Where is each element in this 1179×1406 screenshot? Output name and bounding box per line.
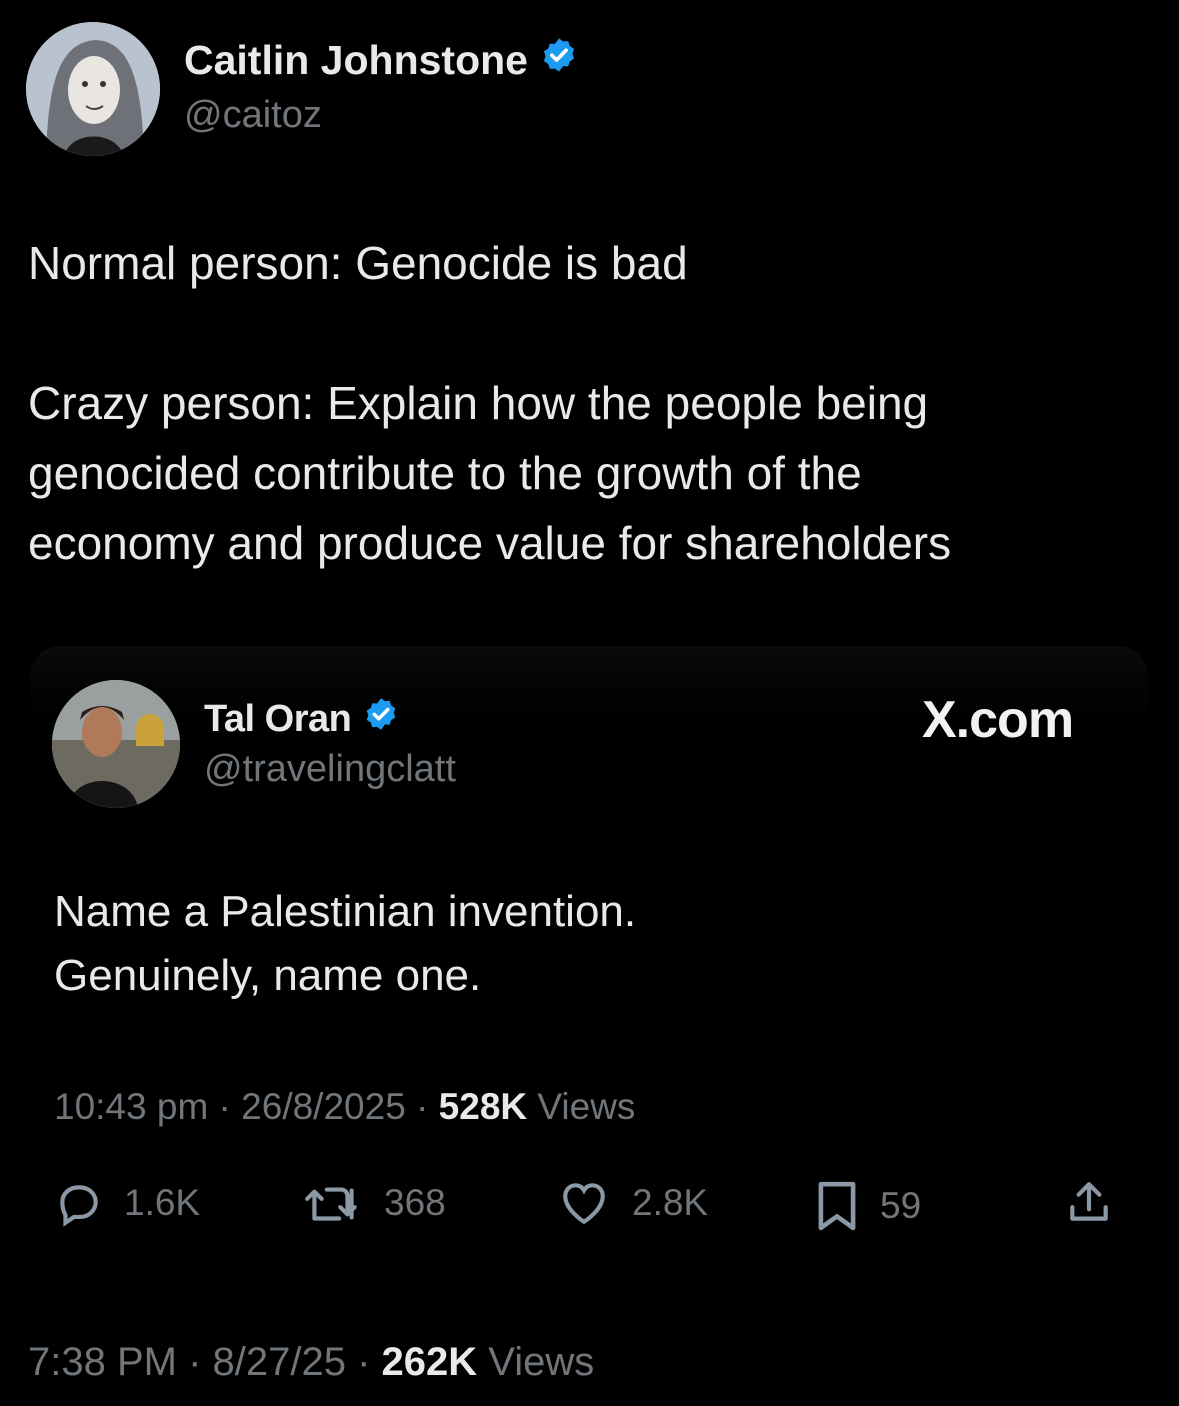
quoted-tweet-views-label: Views <box>537 1086 636 1127</box>
tweet-date[interactable]: 8/27/25 <box>213 1340 346 1384</box>
author-name[interactable]: Caitlin Johnstone <box>184 36 578 84</box>
author-name-text: Caitlin Johnstone <box>184 36 528 83</box>
quoted-tweet-time[interactable]: 10:43 pm <box>54 1086 208 1127</box>
quoted-author-name-text: Tal Oran <box>204 697 352 740</box>
retweet-button[interactable]: 368 <box>302 1178 446 1228</box>
share-icon <box>1064 1178 1114 1228</box>
tweet-views-label: Views <box>488 1340 595 1384</box>
tweet-meta: 7:38 PM · 8/27/25 · 262K Views <box>28 1340 595 1384</box>
quoted-tweet-text-line: Name a Palestinian invention. <box>54 887 637 936</box>
tweet-text-line: Normal person: Genocide is bad <box>28 237 688 289</box>
verified-badge-icon <box>540 36 578 84</box>
quoted-author-handle[interactable]: @travelingclatt <box>204 748 456 791</box>
reply-icon <box>54 1178 104 1228</box>
author-avatar[interactable] <box>26 22 160 156</box>
tweet-views-count: 262K <box>381 1340 478 1384</box>
bookmark-icon <box>814 1178 860 1234</box>
tweet-text-line: economy and produce value for shareholde… <box>28 517 952 569</box>
source-label: X.com <box>922 691 1074 749</box>
reply-button[interactable]: 1.6K <box>54 1178 200 1228</box>
tweet-text-line: Crazy person: Explain how the people bei… <box>28 377 929 429</box>
heart-icon <box>556 1178 612 1228</box>
quoted-tweet-date[interactable]: 26/8/2025 <box>241 1086 406 1127</box>
quoted-tweet-text-line: Genuinely, name one. <box>54 951 482 1000</box>
tweet-time[interactable]: 7:38 PM <box>28 1340 177 1384</box>
verified-badge-icon <box>363 696 399 742</box>
quoted-author-name[interactable]: Tal Oran <box>204 696 399 742</box>
like-button[interactable]: 2.8K <box>556 1178 708 1228</box>
share-button[interactable] <box>1064 1178 1114 1228</box>
quoted-author-avatar[interactable] <box>52 680 180 808</box>
reply-count: 1.6K <box>124 1182 201 1223</box>
retweet-count: 368 <box>384 1182 446 1223</box>
tweet-text-paragraph: Crazy person: Explain how the people bei… <box>28 368 951 578</box>
tweet-text-line: genocided contribute to the growth of th… <box>28 447 862 499</box>
bookmark-count: 59 <box>880 1185 922 1226</box>
quoted-tweet-views-count: 528K <box>438 1086 528 1127</box>
author-handle[interactable]: @caitoz <box>184 94 322 137</box>
like-count: 2.8K <box>632 1182 709 1223</box>
retweet-icon <box>302 1178 364 1228</box>
quoted-tweet-meta: 10:43 pm · 26/8/2025 · 528K Views <box>54 1086 636 1127</box>
bookmark-button[interactable]: 59 <box>814 1178 921 1234</box>
